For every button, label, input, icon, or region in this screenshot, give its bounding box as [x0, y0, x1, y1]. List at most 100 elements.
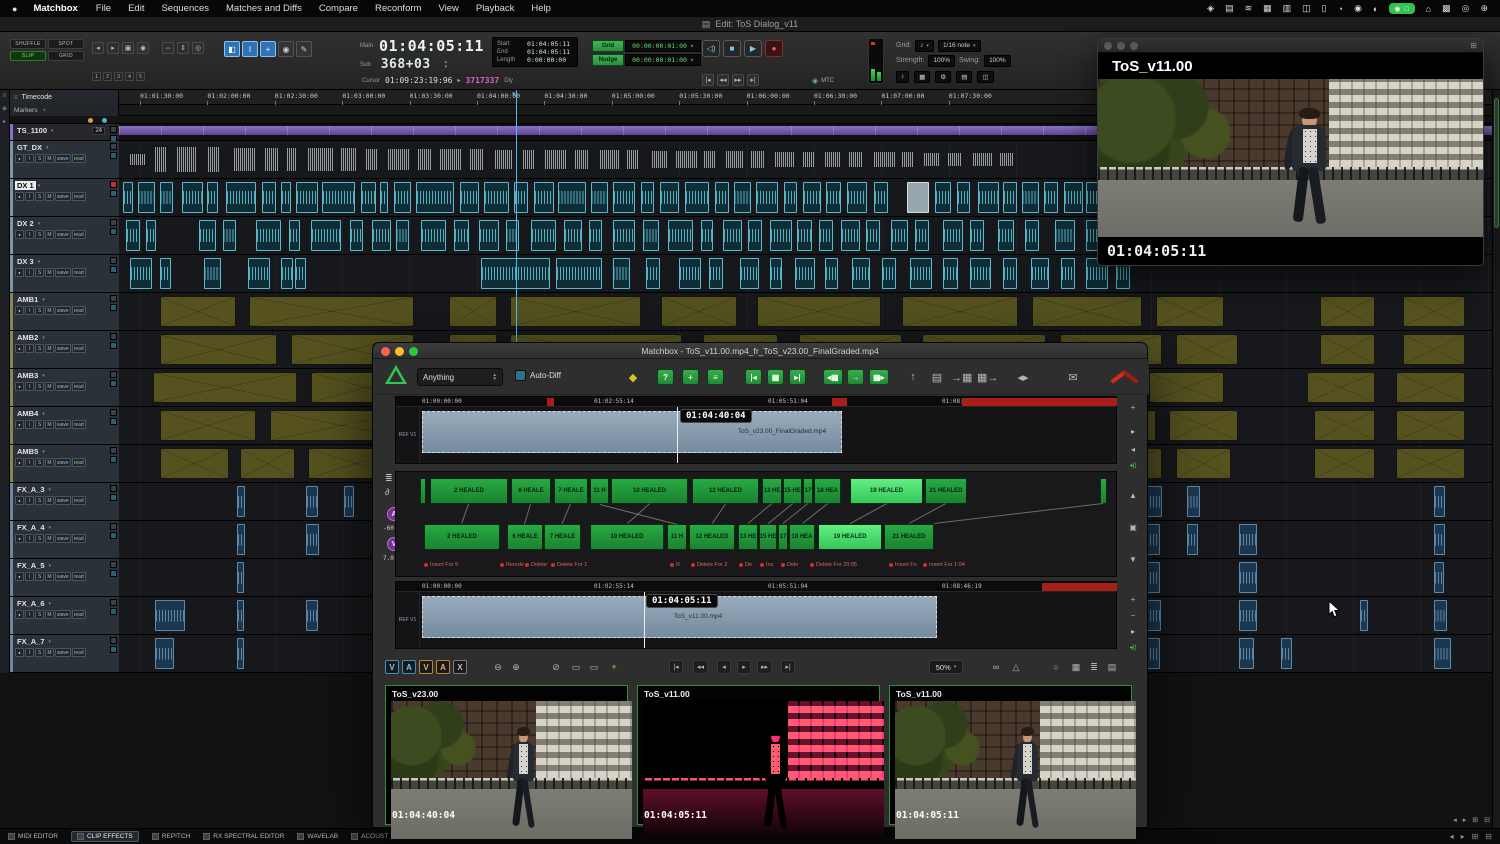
- zoom-icon[interactable]: [1130, 42, 1138, 50]
- track-view-selector[interactable]: wave: [55, 306, 71, 315]
- diff-annotation[interactable]: Insert For 9: [424, 562, 458, 568]
- corner-zoom-icon-0[interactable]: ◂: [1453, 816, 1457, 824]
- waveform-burst[interactable]: [874, 152, 895, 166]
- record-enable-button[interactable]: ●: [15, 306, 24, 315]
- playhead-ruler-marker[interactable]: ▾: [512, 90, 516, 98]
- zoom-out-button[interactable]: ⊖: [491, 660, 505, 674]
- audio-clip[interactable]: [643, 220, 658, 251]
- track-view-selector[interactable]: wave: [55, 572, 71, 581]
- audio-clip[interactable]: [882, 258, 896, 289]
- bottom-tab-wavelab[interactable]: WAVELAB: [297, 833, 338, 840]
- input-monitor-button[interactable]: I: [25, 496, 34, 505]
- bottom-tab-midi-editor[interactable]: MIDI EDITOR: [8, 833, 58, 840]
- audio-clip[interactable]: [361, 182, 376, 213]
- audio-clip[interactable]: [701, 220, 713, 251]
- audio-clip[interactable]: [204, 258, 220, 289]
- healed-clip[interactable]: 18 HEA: [789, 524, 815, 550]
- solo-button[interactable]: S: [35, 344, 44, 353]
- record-enable-button[interactable]: ●: [15, 496, 24, 505]
- audio-clip[interactable]: [915, 220, 929, 251]
- solo-button[interactable]: S: [35, 572, 44, 581]
- mute-button[interactable]: M: [45, 496, 54, 505]
- solo-button[interactable]: S: [35, 534, 44, 543]
- track-name[interactable]: AMB1: [15, 295, 40, 304]
- track-io-button[interactable]: [110, 599, 117, 606]
- record-enable-button[interactable]: ●: [15, 230, 24, 239]
- status-icon-5[interactable]: ◫: [1302, 3, 1311, 14]
- waveform-burst[interactable]: [627, 150, 639, 168]
- audio-clip[interactable]: [460, 182, 479, 213]
- spot-mode-button[interactable]: SPOT: [48, 39, 84, 49]
- healed-clip[interactable]: 21 HEALED: [925, 478, 967, 504]
- waveform-burst[interactable]: [948, 153, 962, 166]
- track-view-selector[interactable]: wave: [55, 534, 71, 543]
- memory-location-3[interactable]: 3: [114, 72, 123, 81]
- menu-item-edit[interactable]: Edit: [128, 3, 144, 14]
- redo-icon[interactable]: ▸: [107, 42, 119, 54]
- healed-clip[interactable]: 17: [803, 478, 813, 504]
- waveform-burst[interactable]: [265, 148, 279, 171]
- audio-clip[interactable]: [160, 258, 171, 289]
- automation-mode-button[interactable]: read: [72, 458, 86, 467]
- track-view-selector[interactable]: wave: [55, 268, 71, 277]
- audio-clip[interactable]: [1149, 372, 1225, 403]
- audio-clip[interactable]: [249, 296, 414, 327]
- audio-clip[interactable]: [237, 562, 244, 593]
- nudge-value[interactable]: 00:00:00:01:00▾: [625, 54, 701, 66]
- waveform-burst[interactable]: [440, 149, 462, 170]
- audio-clip[interactable]: [237, 600, 244, 631]
- track-name[interactable]: GT_DX: [15, 143, 44, 152]
- solo-button[interactable]: S: [35, 192, 44, 201]
- mute-button[interactable]: M: [45, 382, 54, 391]
- menu-item-compare[interactable]: Compare: [319, 3, 358, 14]
- audio-clip[interactable]: [641, 182, 655, 213]
- memory-location-1[interactable]: 1: [92, 72, 101, 81]
- track-output-button[interactable]: [110, 228, 117, 235]
- audio-clip[interactable]: [661, 296, 737, 327]
- audio-clip[interactable]: [1314, 410, 1376, 441]
- grid-note-select[interactable]: 1/16 note▾: [938, 40, 981, 52]
- mute-button[interactable]: M: [45, 648, 54, 657]
- track-caret-icon[interactable]: ▾: [42, 373, 45, 379]
- audio-clip[interactable]: [350, 220, 364, 251]
- audio-clip[interactable]: [155, 600, 185, 631]
- audio-clip[interactable]: [256, 220, 281, 251]
- audio-clip[interactable]: [715, 182, 729, 213]
- healed-clip[interactable]: 6 HEALE: [511, 478, 551, 504]
- audio-clip[interactable]: [123, 182, 133, 213]
- track-io-button[interactable]: [110, 181, 117, 188]
- mute-button[interactable]: M: [45, 192, 54, 201]
- audio-clip[interactable]: [841, 220, 860, 251]
- audio-clip[interactable]: [1146, 562, 1160, 593]
- track-header-amb4[interactable]: AMB4▾●ISMwaveread: [10, 407, 119, 445]
- solo-button[interactable]: S: [35, 420, 44, 429]
- insert-button[interactable]: +: [682, 369, 699, 385]
- audio-clip[interactable]: [734, 182, 750, 213]
- audio-clip[interactable]: [613, 182, 635, 213]
- status-icon-1[interactable]: ▤: [1225, 3, 1234, 14]
- audio-clip[interactable]: [591, 182, 607, 213]
- track-caret-icon[interactable]: ▾: [49, 563, 52, 569]
- audio-clip[interactable]: [1064, 182, 1083, 213]
- audio-clip[interactable]: [160, 410, 256, 441]
- audio-clip[interactable]: [1434, 638, 1450, 669]
- audio-clip[interactable]: [223, 220, 235, 251]
- solo-button[interactable]: S: [35, 268, 44, 277]
- record-enable-button[interactable]: ●: [15, 382, 24, 391]
- track-view-selector[interactable]: wave: [55, 192, 71, 201]
- audio-clip[interactable]: [1239, 600, 1257, 631]
- thumbnail-panel-difference[interactable]: ToS_v11.00 01:04:05:11: [637, 685, 880, 825]
- audio-clip[interactable]: [1146, 600, 1161, 631]
- window-titlebar[interactable]: ▤ Edit: ToS Dialog_v11: [0, 17, 1500, 32]
- audio-clip[interactable]: [679, 258, 701, 289]
- track-output-button[interactable]: [110, 266, 117, 273]
- healed-clip[interactable]: 12 HEALED: [689, 524, 735, 550]
- stop-button[interactable]: ■: [723, 40, 741, 57]
- audio-clip[interactable]: [748, 220, 762, 251]
- audio-clip[interactable]: [130, 258, 152, 289]
- input-monitor-button[interactable]: I: [25, 154, 34, 163]
- audio-clip[interactable]: [1360, 600, 1368, 631]
- audio-clip[interactable]: [902, 296, 1019, 327]
- audio-clip[interactable]: [160, 182, 172, 213]
- audio-clip[interactable]: [1239, 638, 1254, 669]
